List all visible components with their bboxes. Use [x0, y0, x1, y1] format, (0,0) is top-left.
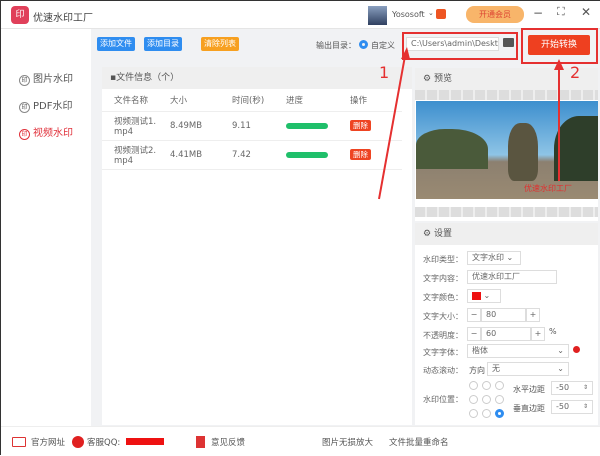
qq-number-redacted: [126, 438, 164, 445]
annotation-label-1: 1: [379, 63, 390, 82]
qq-label: 客服QQ:: [87, 438, 121, 448]
arrow-1-head: [401, 47, 410, 59]
footer: 官方网址 客服QQ: 意见反馈 图片无损放大 文件批量重命名: [1, 426, 600, 456]
pdf-icon: [196, 436, 205, 448]
annotation-label-2: 2: [570, 63, 581, 82]
image-upscale-link[interactable]: 图片无损放大: [322, 436, 373, 448]
arrow-2-head: [554, 59, 564, 70]
batch-rename-link[interactable]: 文件批量重命名: [389, 436, 449, 448]
feedback-link[interactable]: 意见反馈: [211, 436, 245, 448]
qq-icon: [72, 436, 84, 448]
website-icon: [12, 437, 26, 447]
annotation-arrows: [378, 47, 564, 200]
website-link[interactable]: 官方网址: [31, 436, 65, 448]
